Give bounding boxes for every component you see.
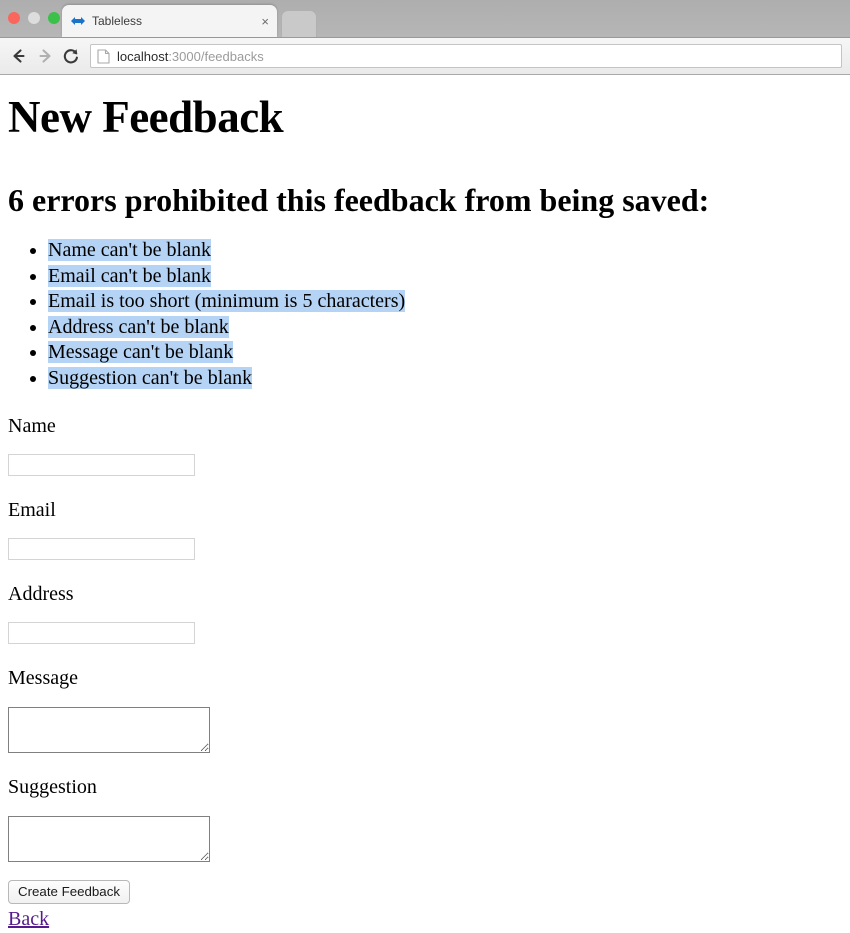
error-message: Address can't be blank <box>48 315 229 338</box>
window-controls <box>8 12 60 24</box>
page-content: New Feedback 6 errors prohibited this fe… <box>0 75 850 933</box>
message-textarea[interactable] <box>8 706 210 753</box>
arrow-left-icon <box>13 49 25 63</box>
browser-tab[interactable]: Tableless × <box>62 5 277 37</box>
error-list: Name can't be blank Email can't be blank… <box>8 238 842 392</box>
back-link[interactable]: Back <box>8 908 49 931</box>
list-item: Name can't be blank <box>48 238 842 264</box>
list-item: Suggestion can't be blank <box>48 366 842 392</box>
suggestion-label: Suggestion <box>8 775 97 798</box>
name-input[interactable] <box>8 453 195 476</box>
new-tab-button[interactable] <box>281 10 317 37</box>
error-message: Message can't be blank <box>48 341 234 364</box>
minimize-window-button[interactable] <box>28 12 40 24</box>
list-item: Address can't be blank <box>48 315 842 341</box>
list-item: Email is too short (minimum is 5 charact… <box>48 289 842 315</box>
document-icon <box>97 48 110 64</box>
error-message: Email is too short (minimum is 5 charact… <box>48 290 406 313</box>
email-input[interactable] <box>8 537 195 560</box>
message-label: Message <box>8 666 78 689</box>
tab-strip: Tableless × <box>0 0 850 38</box>
error-message: Email can't be blank <box>48 264 211 287</box>
browser-chrome: Tableless × localhost:3000/feedbacks <box>0 0 850 75</box>
error-message: Name can't be blank <box>48 239 211 261</box>
email-label: Email <box>8 498 56 521</box>
tableless-favicon-icon <box>71 17 85 25</box>
reload-icon <box>63 49 78 64</box>
name-label: Name <box>8 414 56 437</box>
address-input[interactable] <box>8 621 195 644</box>
tab-title: Tableless <box>92 14 143 28</box>
list-item: Email can't be blank <box>48 264 842 290</box>
url-host: localhost <box>117 48 169 64</box>
reload-button[interactable] <box>58 43 84 69</box>
feedback-form: Name Email Address Message Suggestion Cr… <box>8 415 842 904</box>
error-summary-heading: 6 errors prohibited this feedback from b… <box>8 182 710 218</box>
address-bar[interactable]: localhost:3000/feedbacks <box>90 44 842 68</box>
address-label: Address <box>8 582 74 605</box>
browser-toolbar: localhost:3000/feedbacks <box>0 38 850 75</box>
close-window-button[interactable] <box>8 12 20 24</box>
error-message: Suggestion can't be blank <box>48 366 253 389</box>
forward-button[interactable] <box>32 43 58 69</box>
url-text: localhost:3000/feedbacks <box>117 49 264 64</box>
list-item: Message can't be blank <box>48 340 842 366</box>
page-title: New Feedback <box>8 92 284 142</box>
url-path: :3000/feedbacks <box>168 48 264 64</box>
zoom-window-button[interactable] <box>48 12 60 24</box>
close-tab-icon[interactable]: × <box>261 15 269 28</box>
create-feedback-button[interactable]: Create Feedback <box>8 879 130 904</box>
back-button[interactable] <box>6 43 32 69</box>
arrow-right-icon <box>39 49 51 63</box>
suggestion-textarea[interactable] <box>8 815 210 862</box>
